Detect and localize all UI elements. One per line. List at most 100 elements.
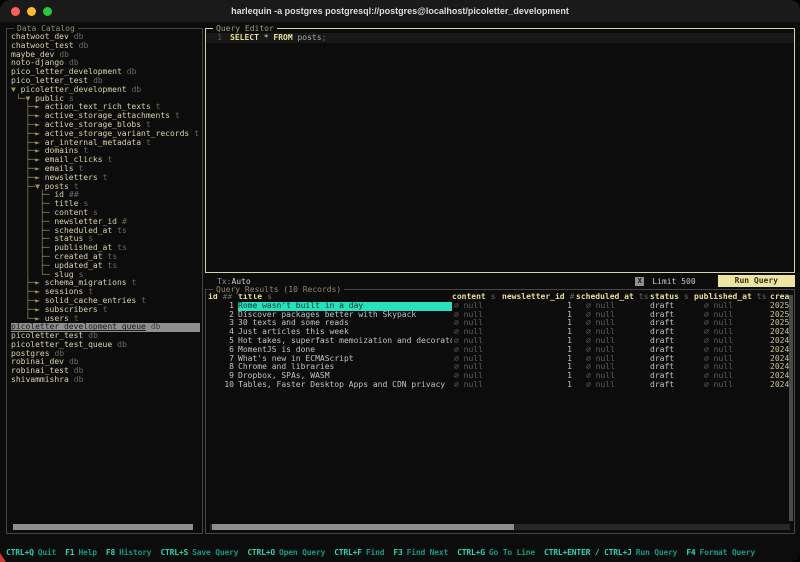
catalog-item-type: ts	[108, 261, 118, 270]
tree-branch-icon: ├─►	[11, 278, 45, 287]
tree-branch-icon: └─►	[11, 314, 45, 323]
catalog-item-name: picoletter_development	[21, 85, 127, 94]
limit-label[interactable]: Limit 500	[652, 277, 695, 286]
run-query-button[interactable]: Run Query	[718, 275, 795, 287]
catalog-item-type: ts	[117, 243, 127, 252]
column-header[interactable]: contents	[452, 293, 502, 302]
code-token: FROM	[273, 33, 292, 42]
catalog-item-type: db	[69, 58, 79, 67]
tree-branch-icon: │ ├─	[11, 199, 54, 208]
result-row[interactable]: 8Chrome and libraries∅ null1∅ nulldraft∅…	[208, 363, 794, 372]
keybinding-quit[interactable]: CTRL+QQuit	[6, 548, 56, 558]
catalog-item-name: id	[54, 190, 64, 199]
catalog-item-type: ts	[108, 252, 118, 261]
keybinding-open-query[interactable]: CTRL+OOpen Query	[247, 548, 325, 558]
result-cell: draft	[650, 319, 694, 328]
result-cell: ∅ null	[452, 337, 502, 346]
result-cell: ∅ null	[576, 319, 650, 328]
column-header[interactable]: scheduled_atts	[576, 293, 650, 302]
column-header[interactable]: titles	[238, 293, 452, 302]
result-cell: Rome wasn't built in a day	[238, 302, 452, 311]
results-hscrollbar[interactable]	[210, 524, 790, 530]
results-hscrollbar-thumb[interactable]	[212, 524, 514, 530]
catalog-hscrollbar[interactable]	[11, 524, 198, 530]
result-cell: ∅ null	[452, 355, 502, 364]
editor-current-line[interactable]: 1 SELECT * FROM posts;	[206, 33, 794, 43]
catalog-item-name: robinai_dev	[11, 357, 64, 366]
result-cell: ∅ null	[694, 302, 770, 311]
result-cell: Hot takes, superfast memoization and dec…	[238, 337, 452, 346]
column-header[interactable]: id##	[208, 293, 238, 302]
result-cell: draft	[650, 337, 694, 346]
catalog-item-type: ts	[117, 226, 127, 235]
catalog-hscrollbar-thumb[interactable]	[13, 524, 193, 530]
catalog-item-name: title	[54, 199, 78, 208]
keybinding-save-query[interactable]: CTRL+SSave Query	[160, 548, 238, 558]
result-row[interactable]: 4Just articles this week∅ null1∅ nulldra…	[208, 328, 794, 337]
result-cell: ∅ null	[694, 363, 770, 372]
column-header[interactable]: newsletter_id#	[502, 293, 576, 302]
keybinding-find-next[interactable]: F3Find Next	[393, 548, 448, 558]
close-window-button[interactable]	[11, 7, 20, 16]
catalog-item[interactable]: shivammishradb	[11, 376, 200, 385]
tree-branch-icon: ├─►	[11, 155, 45, 164]
tree-branch-icon: │ ├─	[11, 190, 54, 199]
keybinding-history[interactable]: F8History	[106, 548, 152, 558]
keybinding-format-query[interactable]: F4Format Query	[686, 548, 755, 558]
results-vscrollbar[interactable]	[789, 295, 793, 521]
minimize-window-button[interactable]	[27, 7, 36, 16]
result-row[interactable]: 2Discover packages better with Skypack∅ …	[208, 311, 794, 320]
result-cell: draft	[650, 346, 694, 355]
keybinding-go-to-line[interactable]: CTRL+GGo To Line	[457, 548, 535, 558]
result-row[interactable]: 5Hot takes, superfast memoization and de…	[208, 337, 794, 346]
result-cell: Discover packages better with Skypack	[238, 311, 452, 320]
column-header[interactable]: published_atts	[694, 293, 770, 302]
column-header[interactable]: crea	[770, 293, 790, 302]
results-header-row: id##titlescontentsnewsletter_id#schedule…	[208, 293, 794, 302]
result-cell: 2024	[770, 381, 790, 390]
catalog-item-type: db	[88, 331, 98, 340]
result-row[interactable]: 6MomentJS is done∅ null1∅ nulldraft∅ nul…	[208, 346, 794, 355]
keybinding-find[interactable]: CTRL+FFind	[334, 548, 384, 558]
result-cell: draft	[650, 363, 694, 372]
catalog-item-name: picoletter_development_queue	[11, 322, 146, 331]
result-cell: 2025	[770, 319, 790, 328]
result-cell: 6	[208, 346, 238, 355]
result-cell: 10	[208, 381, 238, 390]
result-cell: ∅ null	[576, 346, 650, 355]
catalog-item-name: domains	[45, 146, 79, 155]
tree-branch-icon: ├─►	[11, 287, 45, 296]
result-cell: ∅ null	[452, 363, 502, 372]
result-cell: 2024	[770, 363, 790, 372]
result-row[interactable]: 1Rome wasn't built in a day∅ null1∅ null…	[208, 302, 794, 311]
result-row[interactable]: 330 texts and some reads∅ null1∅ nulldra…	[208, 319, 794, 328]
catalog-tree: chatwoot_devdbchatwoot_testdbmaybe_devdb…	[7, 29, 202, 385]
window-titlebar: harlequin -a postgres postgresql://postg…	[0, 0, 800, 22]
result-row[interactable]: 10Tables, Faster Desktop Apps and CDN pr…	[208, 381, 794, 390]
result-cell: ∅ null	[452, 381, 502, 390]
column-header[interactable]: statuss	[650, 293, 694, 302]
limit-checkbox[interactable]: X	[635, 277, 644, 286]
keybinding-help[interactable]: F1Help	[65, 548, 97, 558]
code-token: ;	[322, 33, 327, 42]
catalog-item-name: created_at	[54, 252, 102, 261]
result-cell: 1	[502, 302, 576, 311]
catalog-item-type: db	[74, 32, 84, 41]
query-editor-panel: Query Editor 1 SELECT * FROM posts;	[205, 28, 795, 273]
result-row[interactable]: 9Dropbox, SPAs, WASM∅ null1∅ nulldraft∅ …	[208, 372, 794, 381]
result-cell: 1	[502, 337, 576, 346]
catalog-item-type: t	[132, 278, 137, 287]
zoom-window-button[interactable]	[43, 7, 52, 16]
result-row[interactable]: 7What's new in ECMAScript∅ null1∅ nulldr…	[208, 355, 794, 364]
catalog-item-type: t	[141, 296, 146, 305]
result-cell: 1	[502, 328, 576, 337]
result-cell: 4	[208, 328, 238, 337]
catalog-item-name: active_storage_variant_records	[45, 129, 190, 138]
traffic-lights	[11, 7, 52, 16]
result-cell: draft	[650, 302, 694, 311]
result-cell: ∅ null	[576, 372, 650, 381]
keybinding-run-query[interactable]: CTRL+ENTER / CTRL+JRun Query	[544, 548, 677, 558]
result-cell: draft	[650, 355, 694, 364]
results-table: id##titlescontentsnewsletter_id#schedule…	[206, 290, 794, 390]
result-cell: ∅ null	[694, 328, 770, 337]
